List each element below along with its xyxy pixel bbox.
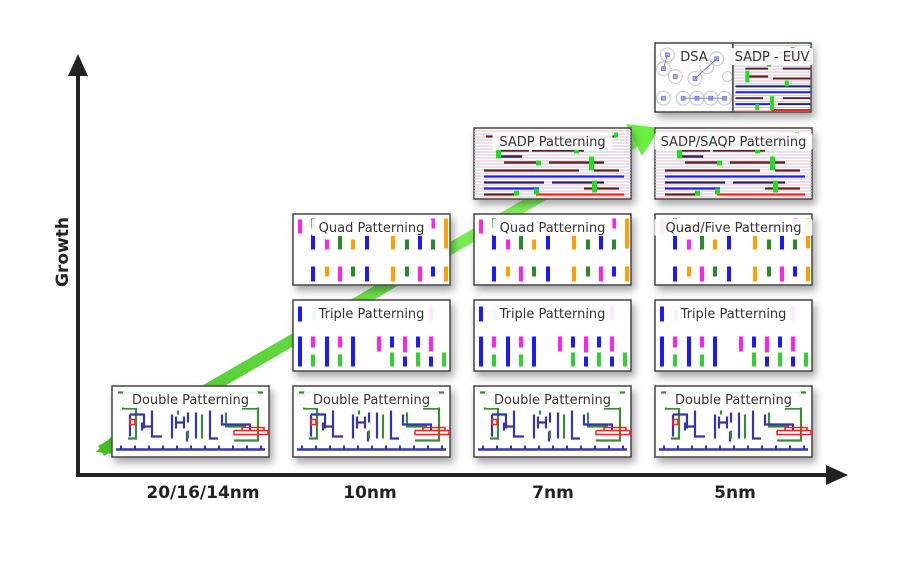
box-title: Double Patterning <box>132 393 249 408</box>
y-axis-label: Growth <box>53 217 73 287</box>
double-patterning-box: Double Patterning <box>292 385 451 458</box>
x-category-label: 20/16/14nm <box>146 483 259 503</box>
box-title: Quad Patterning <box>500 221 606 236</box>
x-axis <box>76 465 848 485</box>
box-title: DSA <box>680 50 708 65</box>
box-title: Double Patterning <box>494 393 611 408</box>
box-title: Triple Patterning <box>680 307 787 322</box>
sadp-euv-box: SADP - EUV <box>731 42 813 113</box>
x-category-label: 7nm <box>532 483 574 503</box>
double-patterning-box: Double Patterning <box>654 385 813 458</box>
x-axis-arrowhead-icon <box>826 465 848 485</box>
quad-patterning-box: Quad Patterning <box>292 213 451 286</box>
box-title: SADP - EUV <box>735 50 810 65</box>
box-title: Triple Patterning <box>499 307 606 322</box>
sadp-patterning-box: SADP/SAQP Patterning <box>654 127 813 200</box>
quad-patterning-box: Quad Patterning <box>473 213 632 286</box>
box-title: Triple Patterning <box>318 307 425 322</box>
box-title: Quad/Five Patterning <box>666 221 802 236</box>
triple-patterning-box: Triple Patterning <box>473 299 632 372</box>
triple-patterning-box: Triple Patterning <box>654 299 813 372</box>
double-patterning-box: Double Patterning <box>111 385 270 458</box>
x-category-label: 5nm <box>714 483 756 503</box>
x-category-label: 10nm <box>343 483 396 503</box>
box-title: SADP/SAQP Patterning <box>661 135 807 150</box>
box-title: Double Patterning <box>313 393 430 408</box>
box-title: SADP Patterning <box>499 135 605 150</box>
triple-patterning-box: Triple Patterning <box>292 299 451 372</box>
sadp-patterning-box: SADP Patterning <box>473 127 632 200</box>
box-title: Double Patterning <box>675 393 792 408</box>
y-axis-arrowhead-icon <box>68 54 88 76</box>
box-title: Quad Patterning <box>319 221 425 236</box>
patterning-roadmap-diagram: Growth 20/16/14nm 10nm 7nm 5nm Double Pa… <box>53 42 848 503</box>
quad-patterning-box: Quad/Five Patterning <box>654 213 813 286</box>
double-patterning-box: Double Patterning <box>473 385 632 458</box>
dsa-box: DSA <box>654 42 734 113</box>
